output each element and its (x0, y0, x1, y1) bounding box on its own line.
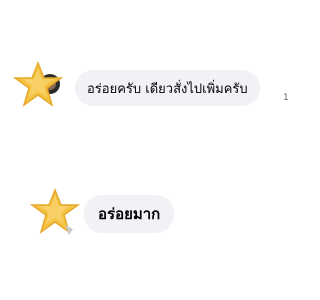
comment-bubble[interactable]: อร่อยมาก (84, 195, 175, 233)
comment-text: อร่อยมาก (98, 205, 161, 223)
comment-bubble[interactable]: อร่อยครับ เดียวสั่งไปเพิ่มครับ (75, 70, 260, 106)
star-icon (12, 60, 64, 107)
comment-text: อร่อยครับ เดียวสั่งไปเพิ่มครับ (87, 81, 248, 97)
avatar[interactable] (27, 185, 83, 241)
comment-thread: อร่อยครับ เดียวสั่งไปเพิ่มครับ 1 อร่อยมา… (0, 0, 300, 300)
star-icon (29, 187, 81, 235)
avatar[interactable] (10, 58, 66, 114)
reaction-count: 1 (283, 93, 289, 103)
